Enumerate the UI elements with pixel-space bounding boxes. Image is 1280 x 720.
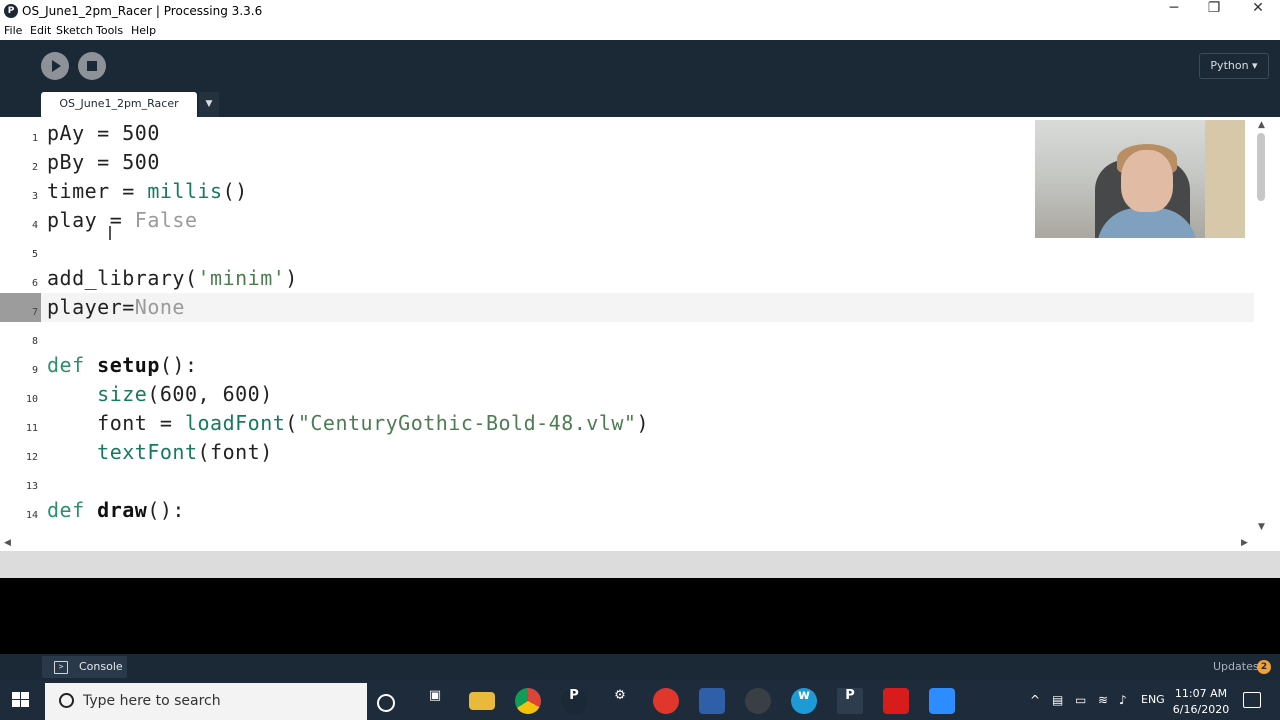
menu-sketch[interactable]: Sketch xyxy=(56,24,93,37)
line-number: 8 xyxy=(31,336,38,347)
settings-icon[interactable]: ⚙ xyxy=(607,688,633,714)
tray-network-icon[interactable]: ▤ xyxy=(1052,693,1063,707)
code-text: pBy = 500 xyxy=(47,150,160,174)
code-text: def setup(): xyxy=(47,353,198,377)
stop-button[interactable] xyxy=(78,52,106,80)
line-number: 9 xyxy=(31,365,38,376)
line-number: 7 xyxy=(0,293,41,322)
window-title: OS_June1_2pm_Racer | Processing 3.3.6 xyxy=(22,4,263,18)
scroll-down-icon[interactable]: ▼ xyxy=(1258,522,1265,532)
line-number: 6 xyxy=(31,278,38,289)
close-button[interactable]: ✕ xyxy=(1236,0,1280,22)
code-text: size(600, 600) xyxy=(97,382,273,406)
code-line[interactable]: 12 textFont(font) xyxy=(0,438,1254,467)
text-cursor xyxy=(109,226,111,240)
console-label: Console xyxy=(79,660,123,673)
line-number: 14 xyxy=(25,510,38,521)
stop-icon xyxy=(87,61,97,71)
menu-tools[interactable]: Tools xyxy=(96,24,123,37)
search-icon xyxy=(59,693,74,708)
scroll-left-icon[interactable]: ◀ xyxy=(4,538,11,548)
notification-icon[interactable] xyxy=(1243,692,1261,708)
tab-menu-button[interactable]: ▼ xyxy=(199,92,219,117)
app-red-icon[interactable] xyxy=(653,688,679,714)
run-button[interactable] xyxy=(41,52,69,80)
windows-start-icon[interactable] xyxy=(12,692,30,708)
updates-label[interactable]: Updates xyxy=(1213,660,1259,673)
minimize-button[interactable]: ─ xyxy=(1152,0,1196,22)
line-number: 12 xyxy=(25,452,38,463)
menu-file[interactable]: File xyxy=(4,24,22,37)
taskbar-search-box[interactable]: Type here to search xyxy=(45,683,367,720)
title-bar: P OS_June1_2pm_Racer | Processing 3.3.6 … xyxy=(0,0,1280,22)
bookshelf xyxy=(1205,120,1245,238)
processing-icon[interactable]: P xyxy=(561,688,587,714)
tray-volume-icon[interactable]: ♪ xyxy=(1119,693,1127,707)
tray-chevron-up-icon[interactable]: ^ xyxy=(1030,693,1040,707)
code-text: add_library('minim') xyxy=(47,266,298,290)
task-view-icon[interactable]: ▣ xyxy=(422,688,448,714)
cortana-icon[interactable] xyxy=(377,694,395,712)
line-number: 4 xyxy=(31,220,38,231)
code-line[interactable]: 14 def draw(): xyxy=(0,496,1254,525)
code-line[interactable]: 11 font = loadFont("CenturyGothic-Bold-4… xyxy=(0,409,1254,438)
zoom-icon[interactable] xyxy=(929,688,955,714)
line-number: 11 xyxy=(25,423,38,434)
console-tab[interactable]: > Console xyxy=(42,656,127,678)
tray-wifi-icon[interactable]: ≋ xyxy=(1098,693,1108,707)
taskbar-clock[interactable]: 11:07 AM 6/16/2020 xyxy=(1172,686,1230,718)
chrome-icon[interactable] xyxy=(515,688,541,714)
code-text: play = False xyxy=(47,208,198,232)
code-text: pAy = 500 xyxy=(47,121,160,145)
file-explorer-icon[interactable] xyxy=(469,692,495,710)
editor-console-divider[interactable] xyxy=(0,551,1280,578)
menu-help[interactable]: Help xyxy=(131,24,156,37)
clock-time: 11:07 AM xyxy=(1174,687,1228,700)
console-icon: > xyxy=(54,661,68,674)
maximize-button[interactable]: ❐ xyxy=(1192,0,1236,22)
menu-edit[interactable]: Edit xyxy=(30,24,51,37)
horizontal-scrollbar[interactable] xyxy=(0,537,1270,551)
tab-sketch[interactable]: OS_June1_2pm_Racer xyxy=(41,92,197,117)
updates-badge[interactable]: 2 xyxy=(1257,660,1271,674)
line-number: 1 xyxy=(31,133,38,144)
line-number: 3 xyxy=(31,191,38,202)
tray-language[interactable]: ENG xyxy=(1141,693,1165,706)
vertical-scroll-thumb[interactable] xyxy=(1257,133,1265,201)
line-number: 2 xyxy=(31,162,38,173)
search-placeholder: Type here to search xyxy=(83,693,221,709)
code-line[interactable]: 5 xyxy=(0,235,1254,264)
code-line[interactable]: 9 def setup(): xyxy=(0,351,1254,380)
mode-selector[interactable]: Python ▾ xyxy=(1199,53,1269,79)
code-text: timer = millis() xyxy=(47,179,248,203)
code-line[interactable]: 10 size(600, 600) xyxy=(0,380,1254,409)
app-gray-icon[interactable] xyxy=(745,688,771,714)
acrobat-icon[interactable] xyxy=(883,688,909,714)
scroll-right-icon[interactable]: ▶ xyxy=(1241,538,1248,548)
app-w-icon[interactable]: w xyxy=(791,688,817,714)
code-text: font = loadFont("CenturyGothic-Bold-48.v… xyxy=(47,411,649,435)
clock-date: 6/16/2020 xyxy=(1172,703,1230,716)
menu-bar: File Edit Sketch Tools Help xyxy=(0,22,1280,41)
line-number: 13 xyxy=(25,481,38,492)
code-line-current[interactable]: 7 player=None xyxy=(0,293,1254,322)
processing-active-icon[interactable]: P xyxy=(837,688,863,714)
footer-bar xyxy=(0,654,1280,680)
code-line[interactable]: 8 xyxy=(0,322,1254,351)
play-icon xyxy=(52,60,61,72)
processing-app-icon: P xyxy=(4,4,18,18)
tray-battery-icon[interactable]: ▭ xyxy=(1075,693,1086,707)
person-face xyxy=(1121,150,1173,212)
code-text: def draw(): xyxy=(47,498,185,522)
code-text: textFont(font) xyxy=(97,440,273,464)
console-output[interactable] xyxy=(0,578,1280,654)
code-text: player=None xyxy=(47,295,185,319)
code-line[interactable]: 13 xyxy=(0,467,1254,496)
line-number: 10 xyxy=(25,394,38,405)
webcam-overlay xyxy=(1035,120,1245,238)
scroll-up-icon[interactable]: ▲ xyxy=(1258,120,1265,130)
code-line[interactable]: 6 add_library('minim') xyxy=(0,264,1254,293)
app-blue-icon[interactable] xyxy=(699,688,725,714)
line-number: 5 xyxy=(31,249,38,260)
